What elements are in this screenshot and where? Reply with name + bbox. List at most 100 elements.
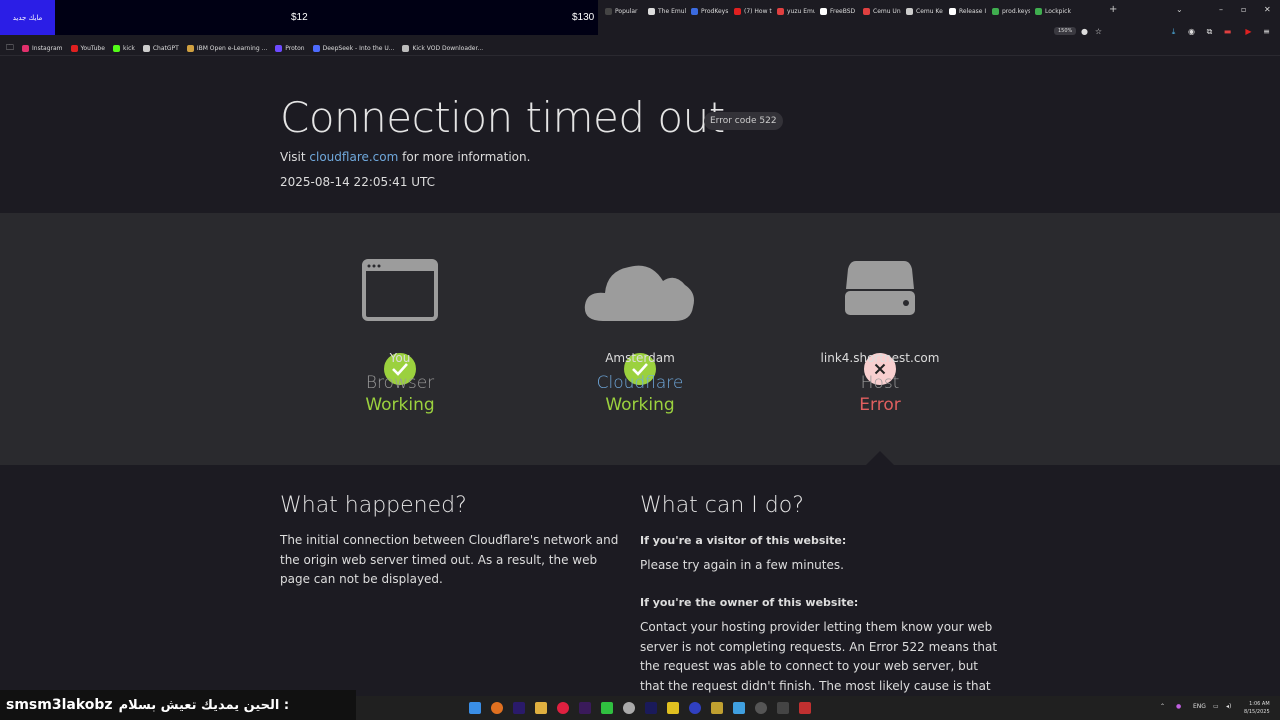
app-icon[interactable]: [733, 702, 745, 714]
browser-tab[interactable]: FreeBSD: [815, 4, 858, 18]
extension-icon[interactable]: ▶: [1244, 27, 1253, 36]
cloud-icon: [584, 265, 694, 321]
network-icon[interactable]: ▭: [1213, 703, 1219, 710]
minimize-icon[interactable]: –: [1219, 5, 1223, 14]
tab-label: (7) How t: [744, 7, 772, 15]
bookmark-favicon-icon: [112, 45, 120, 52]
bookmark-label: Kick VOD Downloader...: [412, 45, 484, 52]
overlay-price: $130: [572, 12, 595, 23]
bookmark-label: Instagram: [32, 45, 63, 52]
zoom-level[interactable]: 150%: [1054, 27, 1077, 35]
extension-icon[interactable]: ▬: [1223, 27, 1232, 36]
tab-label: Popular: [615, 7, 638, 15]
bookmark-item[interactable]: DeepSeek - Into the U...: [312, 45, 395, 52]
microphone-icon[interactable]: ●: [1176, 703, 1181, 710]
browser-tab[interactable]: (7) How t: [729, 4, 772, 18]
menu-icon[interactable]: ≡: [1262, 27, 1271, 36]
language-indicator[interactable]: ENG: [1193, 703, 1206, 710]
bookmark-label: DeepSeek - Into the U...: [322, 45, 395, 52]
volume-icon[interactable]: ◂): [1226, 703, 1231, 710]
tab-favicon-icon: [1035, 7, 1042, 15]
node-kind-link[interactable]: Cloudflare: [540, 373, 740, 393]
bookmark-label: ChatGPT: [152, 45, 179, 52]
tab-label: The Emul: [658, 7, 686, 15]
bookmark-item[interactable]: Proton: [275, 45, 305, 52]
tab-favicon-icon: [605, 7, 612, 15]
visitor-body: Please try again in a few minutes.: [640, 558, 844, 572]
status-band: You Browser Working Amsterdam Cloudflare…: [0, 213, 1280, 465]
app-icon[interactable]: [601, 702, 613, 714]
node-status: Working: [605, 395, 675, 415]
maximize-icon[interactable]: ▫: [1241, 5, 1246, 14]
overlay-badge: مايك جديد: [0, 0, 55, 35]
close-icon[interactable]: ✕: [1264, 5, 1271, 14]
download-icon[interactable]: ⤓: [1169, 27, 1178, 36]
app-icon[interactable]: [667, 702, 679, 714]
tab-favicon-icon: [949, 7, 956, 15]
bookmark-label: YouTube: [80, 45, 105, 52]
bookmark-favicon-icon: [402, 45, 410, 52]
clock-date: 8/15/2025: [1244, 709, 1270, 715]
bookmark-item[interactable]: Instagram: [22, 45, 63, 52]
record-icon[interactable]: ●: [1080, 27, 1089, 36]
firefox-icon[interactable]: [491, 702, 503, 714]
bookmark-favicon-icon: [186, 45, 194, 52]
bookmark-favicon-icon: [70, 45, 78, 52]
tab-label: yuzu Emu: [787, 7, 815, 15]
browser-tab[interactable]: Cemu Ke: [901, 4, 944, 18]
start-icon[interactable]: [469, 702, 481, 714]
new-tab-button[interactable]: +: [1109, 4, 1117, 15]
browser-tab[interactable]: Cemu Un: [858, 4, 901, 18]
bookmark-item[interactable]: ChatGPT: [142, 45, 179, 52]
extensions-icon[interactable]: ⧉: [1205, 27, 1214, 36]
page-title: Connection timed out: [280, 93, 725, 142]
node-location: Amsterdam: [605, 351, 675, 365]
app-icon[interactable]: [777, 702, 789, 714]
node-browser: You Browser Working: [300, 351, 500, 415]
premiere-icon[interactable]: [645, 702, 657, 714]
cloudflare-link[interactable]: cloudflare.com: [309, 150, 398, 164]
streamer-overlay: smsm3lakobz الحين يمديك تعيش بسلام :: [0, 690, 356, 720]
tab-favicon-icon: [777, 7, 784, 15]
chevron-down-icon[interactable]: ⌄: [1176, 5, 1183, 14]
chevron-up-icon[interactable]: ⌃: [1160, 703, 1165, 710]
visit-prefix: Visit: [280, 150, 306, 164]
app-icon[interactable]: [799, 702, 811, 714]
tab-favicon-icon: [992, 7, 999, 15]
browser-tab[interactable]: Lockpick: [1030, 4, 1073, 18]
visit-suffix: for more information.: [402, 150, 531, 164]
bookmark-star-icon[interactable]: ☆: [1094, 27, 1103, 36]
browser-tab[interactable]: yuzu Emu: [772, 4, 815, 18]
tab-label: Release I: [959, 7, 987, 15]
bookmark-label: kick: [122, 45, 135, 52]
visit-line: Visit cloudflare.com for more informatio…: [280, 150, 530, 164]
after-effects-icon[interactable]: [579, 702, 591, 714]
app-icon[interactable]: [557, 702, 569, 714]
bookmark-item[interactable]: kick: [112, 45, 135, 52]
bookmark-item[interactable]: IBM Open e-Learning ...: [186, 45, 267, 52]
tab-list: Popular The Emul ProdKeys (7) How t yuzu Emu…: [600, 4, 1073, 18]
app-icon[interactable]: [623, 702, 635, 714]
browser-tab[interactable]: ProdKeys: [686, 4, 729, 18]
tab-favicon-icon: [691, 7, 698, 15]
browser-tab[interactable]: Release I: [944, 4, 987, 18]
node-cloudflare: Amsterdam Cloudflare Working: [540, 351, 740, 415]
browser-tab[interactable]: The Emul: [643, 4, 686, 18]
browser-icon: [362, 259, 438, 321]
browser-tab[interactable]: Popular: [600, 4, 643, 18]
overlay-price: $12: [291, 12, 308, 23]
app-icon[interactable]: [711, 702, 723, 714]
clock[interactable]: 1:06 AM 8/15/2025: [1244, 700, 1270, 716]
browser-tab[interactable]: prod.keys: [987, 4, 1030, 18]
app-icon[interactable]: [755, 702, 767, 714]
bookmark-item[interactable]: Kick VOD Downloader...: [402, 45, 483, 52]
tab-favicon-icon: [863, 7, 870, 15]
node-location: You: [389, 351, 411, 365]
folder-icon[interactable]: 🗀: [6, 42, 14, 56]
folder-icon[interactable]: [535, 702, 547, 714]
account-icon[interactable]: ◉: [1187, 27, 1196, 36]
stream-overlay-bar: مايك جديد $12 $130: [0, 0, 598, 35]
media-player-icon[interactable]: [689, 702, 701, 714]
bookmark-item[interactable]: YouTube: [70, 45, 105, 52]
premiere-icon[interactable]: [513, 702, 525, 714]
